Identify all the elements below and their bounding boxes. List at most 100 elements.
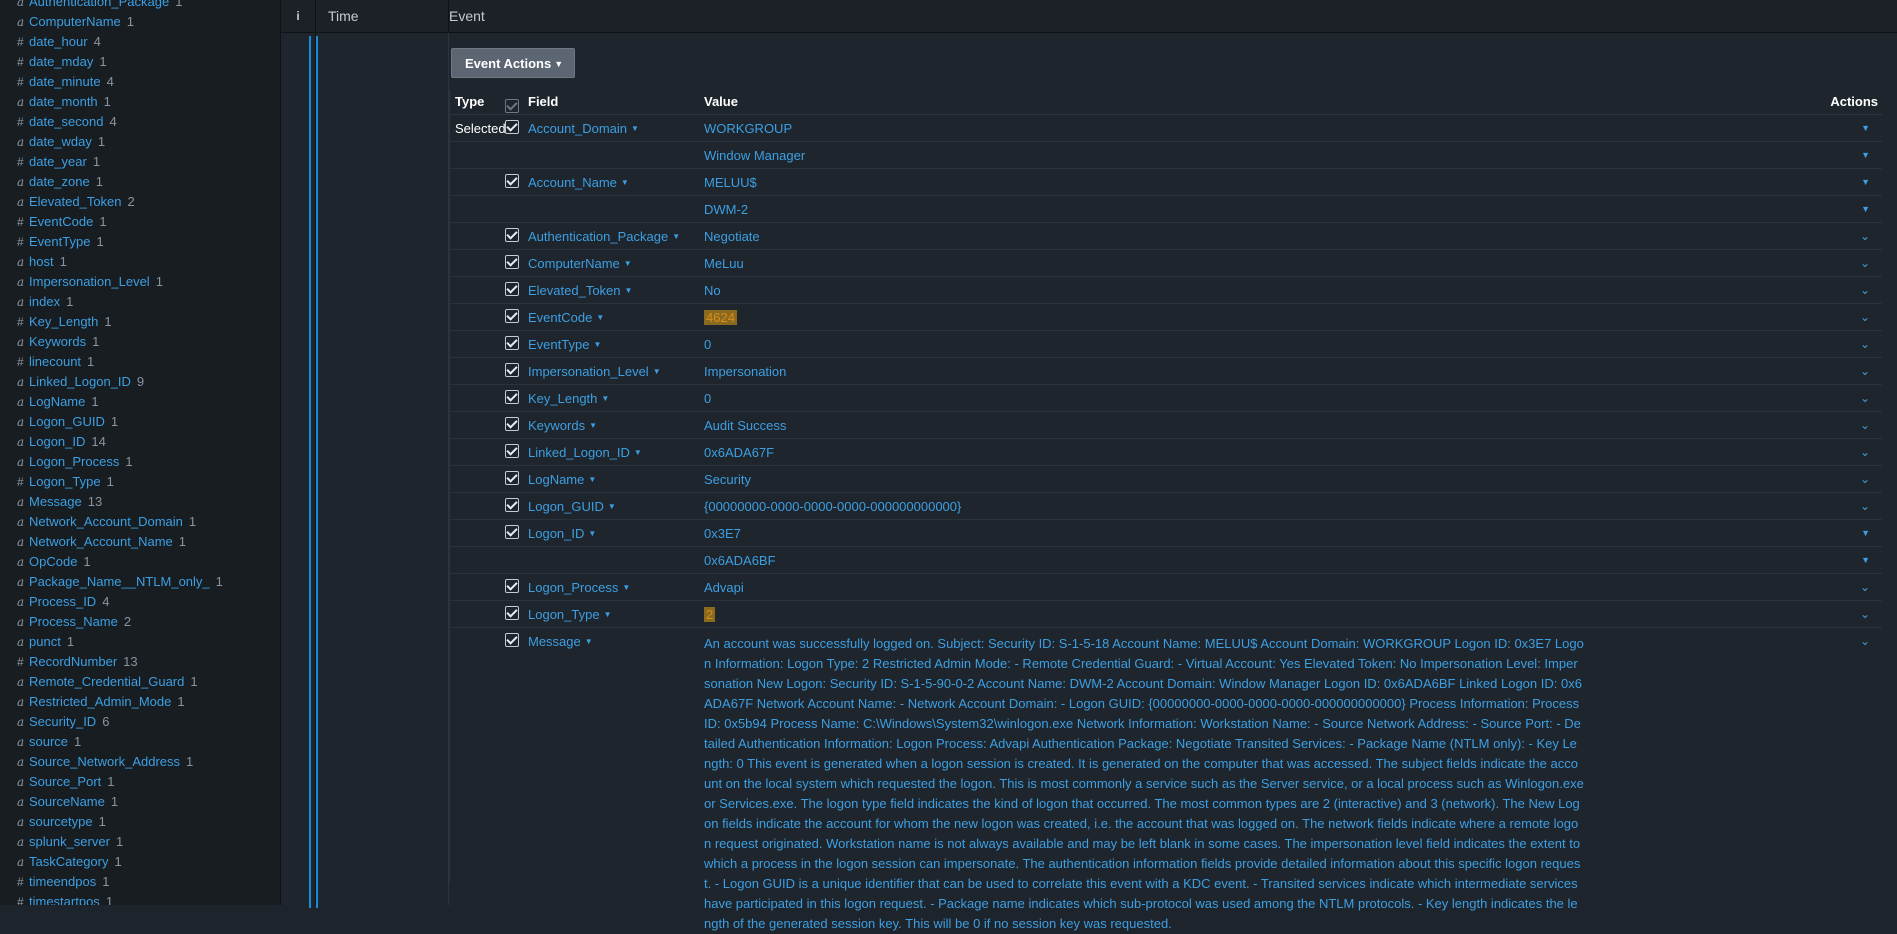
field-name-menu[interactable]: Logon_Type ▼	[528, 607, 612, 622]
field-checkbox[interactable]	[505, 633, 519, 650]
sidebar-field-item[interactable]: a SourceName 1	[0, 792, 280, 812]
sidebar-field-item[interactable]: # RecordNumber 13	[0, 652, 280, 672]
sidebar-field-name[interactable]: EventCode	[29, 214, 93, 229]
sidebar-field-item[interactable]: a Logon_GUID 1	[0, 412, 280, 432]
sidebar-field-name[interactable]: date_wday	[29, 134, 92, 149]
sidebar-field-name[interactable]: Source_Port	[29, 774, 101, 789]
sidebar-field-name[interactable]: EventType	[29, 234, 90, 249]
field-value[interactable]: No	[704, 283, 721, 298]
sidebar-field-item[interactable]: # date_year 1	[0, 152, 280, 172]
sidebar-field-item[interactable]: a Security_ID 6	[0, 712, 280, 732]
sidebar-field-item[interactable]: a date_wday 1	[0, 132, 280, 152]
sidebar-field-name[interactable]: Process_Name	[29, 614, 118, 629]
sidebar-field-item[interactable]: # linecount 1	[0, 352, 280, 372]
field-value[interactable]: 0x6ADA6BF	[704, 553, 776, 568]
sidebar-field-item[interactable]: # date_hour 4	[0, 32, 280, 52]
sidebar-field-item[interactable]: a OpCode 1	[0, 552, 280, 572]
sidebar-field-item[interactable]: a Source_Network_Address 1	[0, 752, 280, 772]
field-value[interactable]: 2	[704, 607, 716, 622]
sidebar-field-name[interactable]: date_minute	[29, 74, 101, 89]
field-checkbox[interactable]	[505, 417, 519, 434]
field-name-menu[interactable]: Authentication_Package ▼	[528, 229, 680, 244]
sidebar-field-name[interactable]: TaskCategory	[29, 854, 108, 869]
actions-dropdown-icon[interactable]: ⌄	[1860, 337, 1870, 351]
sidebar-field-name[interactable]: Keywords	[29, 334, 86, 349]
sidebar-field-name[interactable]: linecount	[29, 354, 81, 369]
sidebar-field-name[interactable]: date_mday	[29, 54, 93, 69]
field-name-menu[interactable]: Logon_GUID ▼	[528, 499, 616, 514]
actions-dropdown-icon[interactable]: ⌄	[1860, 607, 1870, 621]
sidebar-field-name[interactable]: Remote_Credential_Guard	[29, 674, 184, 689]
field-name-menu[interactable]: Elevated_Token ▼	[528, 283, 632, 298]
actions-dropdown-icon[interactable]: ⌄	[1860, 229, 1870, 243]
field-checkbox[interactable]	[505, 120, 519, 137]
time-column-header[interactable]: Time	[316, 0, 449, 32]
sidebar-field-item[interactable]: a Linked_Logon_ID 9	[0, 372, 280, 392]
field-value[interactable]: Window Manager	[704, 148, 805, 163]
sidebar-field-item[interactable]: a Process_Name 2	[0, 612, 280, 632]
sidebar-field-item[interactable]: a index 1	[0, 292, 280, 312]
actions-dropdown-icon[interactable]: ▼	[1861, 555, 1870, 565]
sidebar-field-item[interactable]: # timestartpos 1	[0, 892, 280, 905]
sidebar-field-name[interactable]: Logon_Type	[29, 474, 101, 489]
actions-dropdown-icon[interactable]: ⌄	[1860, 634, 1870, 648]
sidebar-field-item[interactable]: # timeendpos 1	[0, 872, 280, 892]
sidebar-field-item[interactable]: a LogName 1	[0, 392, 280, 412]
sidebar-field-item[interactable]: a Logon_Process 1	[0, 452, 280, 472]
field-checkbox[interactable]	[505, 363, 519, 380]
sidebar-field-item[interactable]: a date_zone 1	[0, 172, 280, 192]
sidebar-field-item[interactable]: a Keywords 1	[0, 332, 280, 352]
field-name-menu[interactable]: Impersonation_Level ▼	[528, 364, 661, 379]
field-name-menu[interactable]: Logon_ID ▼	[528, 526, 596, 541]
sidebar-field-name[interactable]: Message	[29, 494, 82, 509]
sidebar-field-item[interactable]: # Logon_Type 1	[0, 472, 280, 492]
actions-dropdown-icon[interactable]: ⌄	[1860, 283, 1870, 297]
sidebar-field-item[interactable]: a host 1	[0, 252, 280, 272]
field-value[interactable]: MELUU$	[704, 175, 757, 190]
sidebar-field-item[interactable]: a Process_ID 4	[0, 592, 280, 612]
field-name-menu[interactable]: Logon_Process ▼	[528, 580, 630, 595]
field-checkbox[interactable]	[505, 174, 519, 191]
sidebar-field-item[interactable]: # date_mday 1	[0, 52, 280, 72]
field-name-menu[interactable]: EventType ▼	[528, 337, 601, 352]
sidebar-field-item[interactable]: a sourcetype 1	[0, 812, 280, 832]
message-value[interactable]: An account was successfully logged on. S…	[704, 634, 1584, 934]
sidebar-field-name[interactable]: Network_Account_Domain	[29, 514, 183, 529]
sidebar-field-name[interactable]: ComputerName	[29, 14, 121, 29]
field-checkbox[interactable]	[505, 606, 519, 623]
sidebar-field-name[interactable]: index	[29, 294, 60, 309]
sidebar-field-item[interactable]: a splunk_server 1	[0, 832, 280, 852]
field-value[interactable]: Impersonation	[704, 364, 786, 379]
sidebar-field-name[interactable]: sourcetype	[29, 814, 93, 829]
sidebar-field-name[interactable]: Impersonation_Level	[29, 274, 150, 289]
actions-dropdown-icon[interactable]: ⌄	[1860, 445, 1870, 459]
sidebar-field-name[interactable]: RecordNumber	[29, 654, 117, 669]
sidebar-field-item[interactable]: a Impersonation_Level 1	[0, 272, 280, 292]
field-checkbox[interactable]	[505, 255, 519, 272]
field-value[interactable]: {00000000-0000-0000-0000-000000000000}	[704, 499, 961, 514]
field-checkbox[interactable]	[505, 309, 519, 326]
actions-dropdown-icon[interactable]: ▼	[1861, 204, 1870, 214]
actions-dropdown-icon[interactable]: ⌄	[1860, 391, 1870, 405]
sidebar-field-name[interactable]: host	[29, 254, 54, 269]
sidebar-field-item[interactable]: # EventType 1	[0, 232, 280, 252]
sidebar-field-name[interactable]: OpCode	[29, 554, 77, 569]
actions-dropdown-icon[interactable]: ⌄	[1860, 499, 1870, 513]
sidebar-field-name[interactable]: Security_ID	[29, 714, 96, 729]
sidebar-field-item[interactable]: a TaskCategory 1	[0, 852, 280, 872]
field-checkbox[interactable]	[505, 471, 519, 488]
sidebar-field-name[interactable]: timeendpos	[29, 874, 96, 889]
sidebar-field-name[interactable]: punct	[29, 634, 61, 649]
sidebar-field-name[interactable]: SourceName	[29, 794, 105, 809]
sidebar-field-name[interactable]: date_zone	[29, 174, 90, 189]
sidebar-field-name[interactable]: date_hour	[29, 34, 88, 49]
field-checkbox[interactable]	[505, 444, 519, 461]
sidebar-field-name[interactable]: Process_ID	[29, 594, 96, 609]
sidebar-field-item[interactable]: a Logon_ID 14	[0, 432, 280, 452]
field-name-menu[interactable]: LogName ▼	[528, 472, 596, 487]
sidebar-field-item[interactable]: a Source_Port 1	[0, 772, 280, 792]
sidebar-field-name[interactable]: LogName	[29, 394, 85, 409]
field-checkbox[interactable]	[505, 498, 519, 515]
sidebar-field-item[interactable]: # date_minute 4	[0, 72, 280, 92]
sidebar-field-item[interactable]: a Network_Account_Domain 1	[0, 512, 280, 532]
